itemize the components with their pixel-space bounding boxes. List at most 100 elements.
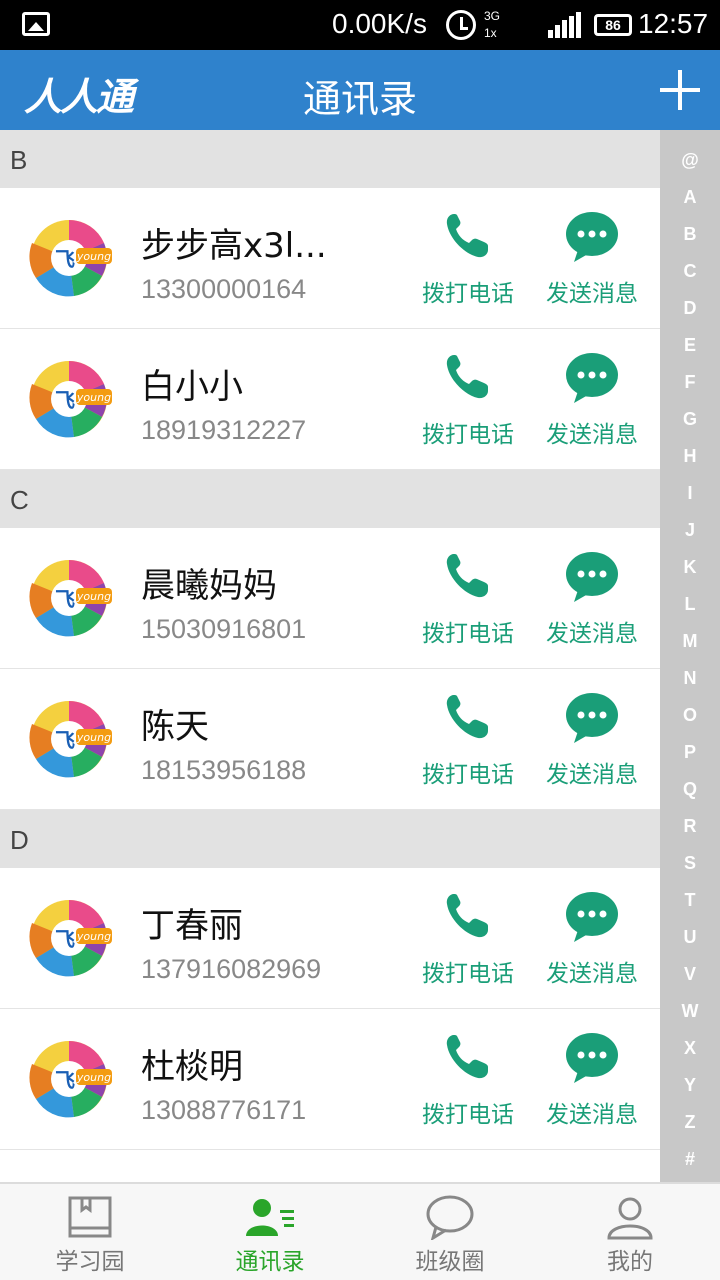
image-notification-icon (22, 12, 50, 36)
index-letter[interactable]: A (660, 179, 720, 216)
call-label: 拨打电话 (422, 621, 514, 647)
call-label: 拨打电话 (422, 1102, 514, 1128)
index-letter[interactable]: V (660, 956, 720, 993)
contact-row[interactable]: 飞 young 白小小 18919312227 拨打电话 发送消息 (0, 329, 660, 470)
svg-text:飞: 飞 (55, 1068, 75, 1092)
tab-class-circle[interactable]: 班级圈 (360, 1184, 540, 1280)
svg-text:young: young (76, 1071, 111, 1084)
message-button[interactable]: 发送消息 (542, 1031, 642, 1129)
svg-text:飞: 飞 (55, 247, 75, 271)
avatar: 飞 young (24, 1039, 114, 1119)
call-button[interactable]: 拨打电话 (418, 210, 518, 308)
message-button[interactable]: 发送消息 (542, 210, 642, 308)
avatar-logo-icon: 飞 young (29, 219, 112, 297)
page-title: 通讯录 (302, 77, 417, 121)
call-button[interactable]: 拨打电话 (418, 351, 518, 449)
index-letter[interactable]: F (660, 364, 720, 401)
call-button[interactable]: 拨打电话 (418, 550, 518, 648)
message-button[interactable]: 发送消息 (542, 351, 642, 449)
svg-text:young: young (76, 391, 111, 404)
tab-label: 班级圈 (415, 1249, 485, 1275)
tab-contacts[interactable]: 通讯录 (180, 1184, 360, 1280)
add-icon[interactable] (660, 70, 700, 110)
index-letter[interactable]: G (660, 401, 720, 438)
contact-name: 丁春丽 (141, 906, 243, 946)
svg-text:飞: 飞 (55, 927, 75, 951)
index-letter[interactable]: M (660, 623, 720, 660)
contact-name: 步步高x3l... (141, 226, 327, 266)
contact-row[interactable]: 飞 young 杜棪明 13088776171 拨打电话 发送消息 (0, 1009, 660, 1150)
avatar-logo-icon: 飞 young (29, 700, 112, 778)
svg-text:飞: 飞 (55, 587, 75, 611)
network-type: 3G 1x (484, 8, 500, 42)
call-label: 拨打电话 (422, 762, 514, 788)
svg-text:young: young (76, 930, 111, 943)
index-letter[interactable]: U (660, 919, 720, 956)
index-letter[interactable]: N (660, 660, 720, 697)
index-letter[interactable]: E (660, 327, 720, 364)
call-button[interactable]: 拨打电话 (418, 691, 518, 789)
tab-me[interactable]: 我的 (540, 1184, 720, 1280)
message-label: 发送消息 (546, 281, 638, 307)
phone-icon (446, 355, 488, 399)
network-speed: 0.00K/s (332, 8, 427, 39)
index-letter[interactable]: T (660, 882, 720, 919)
message-icon (566, 693, 618, 743)
index-letter[interactable]: B (660, 216, 720, 253)
index-letter[interactable]: @ (660, 142, 720, 179)
index-letter[interactable]: R (660, 808, 720, 845)
call-label: 拨打电话 (422, 961, 514, 987)
contact-row[interactable]: 飞 young 步步高x3l... 13300000164 拨打电话 发送消息 (0, 188, 660, 329)
index-letter[interactable]: P (660, 734, 720, 771)
phone-icon (446, 214, 488, 258)
contacts-icon (246, 1199, 294, 1236)
index-letter[interactable]: K (660, 549, 720, 586)
contact-phone: 18153956188 (141, 755, 307, 785)
index-letter[interactable]: H (660, 438, 720, 475)
index-letter[interactable]: Y (660, 1067, 720, 1104)
message-button[interactable]: 发送消息 (542, 550, 642, 648)
message-icon (566, 212, 618, 262)
svg-text:young: young (76, 731, 111, 744)
index-letter[interactable]: Q (660, 771, 720, 808)
index-letter[interactable]: O (660, 697, 720, 734)
tab-label: 学习园 (55, 1249, 125, 1275)
index-letter[interactable]: I (660, 475, 720, 512)
contact-phone: 13088776171 (141, 1095, 307, 1125)
index-letter[interactable]: C (660, 253, 720, 290)
contact-row[interactable]: 飞 young 丁春丽 137916082969 拨打电话 发送消息 (0, 868, 660, 1009)
phone-icon (446, 554, 488, 598)
tab-study[interactable]: 学习园 (0, 1184, 180, 1280)
signal-icon (548, 12, 582, 38)
message-label: 发送消息 (546, 1102, 638, 1128)
message-label: 发送消息 (546, 621, 638, 647)
call-button[interactable]: 拨打电话 (418, 890, 518, 988)
contact-row[interactable]: 飞 young 晨曦妈妈 15030916801 拨打电话 发送消息 (0, 528, 660, 669)
contact-list[interactable]: B 飞 young 步步高x3l... 13300000164 拨打电话 发送消息 飞 … (0, 130, 660, 1182)
index-letter[interactable]: Z (660, 1104, 720, 1141)
contact-row[interactable]: 飞 young 陈天 18153956188 拨打电话 发送消息 (0, 669, 660, 810)
alphabet-index[interactable]: @ A B C D E F G H I J K L M N O P Q R S T U V W X Y Z # (660, 130, 720, 1182)
index-letter[interactable]: W (660, 993, 720, 1030)
avatar: 飞 young (24, 699, 114, 779)
call-button[interactable]: 拨打电话 (418, 1031, 518, 1129)
contact-name: 陈天 (141, 707, 209, 747)
svg-text:飞: 飞 (55, 388, 75, 412)
avatar: 飞 young (24, 558, 114, 638)
network-type-bottom: 1x (484, 26, 497, 40)
clock: 12:57 (638, 8, 709, 39)
message-button[interactable]: 发送消息 (542, 691, 642, 789)
status-bar: 0.00K/s 3G 1x 86 12:57 (0, 0, 720, 50)
avatar: 飞 young (24, 218, 114, 298)
index-letter[interactable]: J (660, 512, 720, 549)
index-letter[interactable]: X (660, 1030, 720, 1067)
index-letter[interactable]: # (660, 1141, 720, 1178)
alarm-icon (446, 10, 476, 40)
index-letter[interactable]: L (660, 586, 720, 623)
index-letter[interactable]: S (660, 845, 720, 882)
svg-text:young: young (76, 250, 111, 263)
message-icon (566, 552, 618, 602)
index-letter[interactable]: D (660, 290, 720, 327)
message-button[interactable]: 发送消息 (542, 890, 642, 988)
contact-name: 杜棪明 (141, 1047, 243, 1087)
